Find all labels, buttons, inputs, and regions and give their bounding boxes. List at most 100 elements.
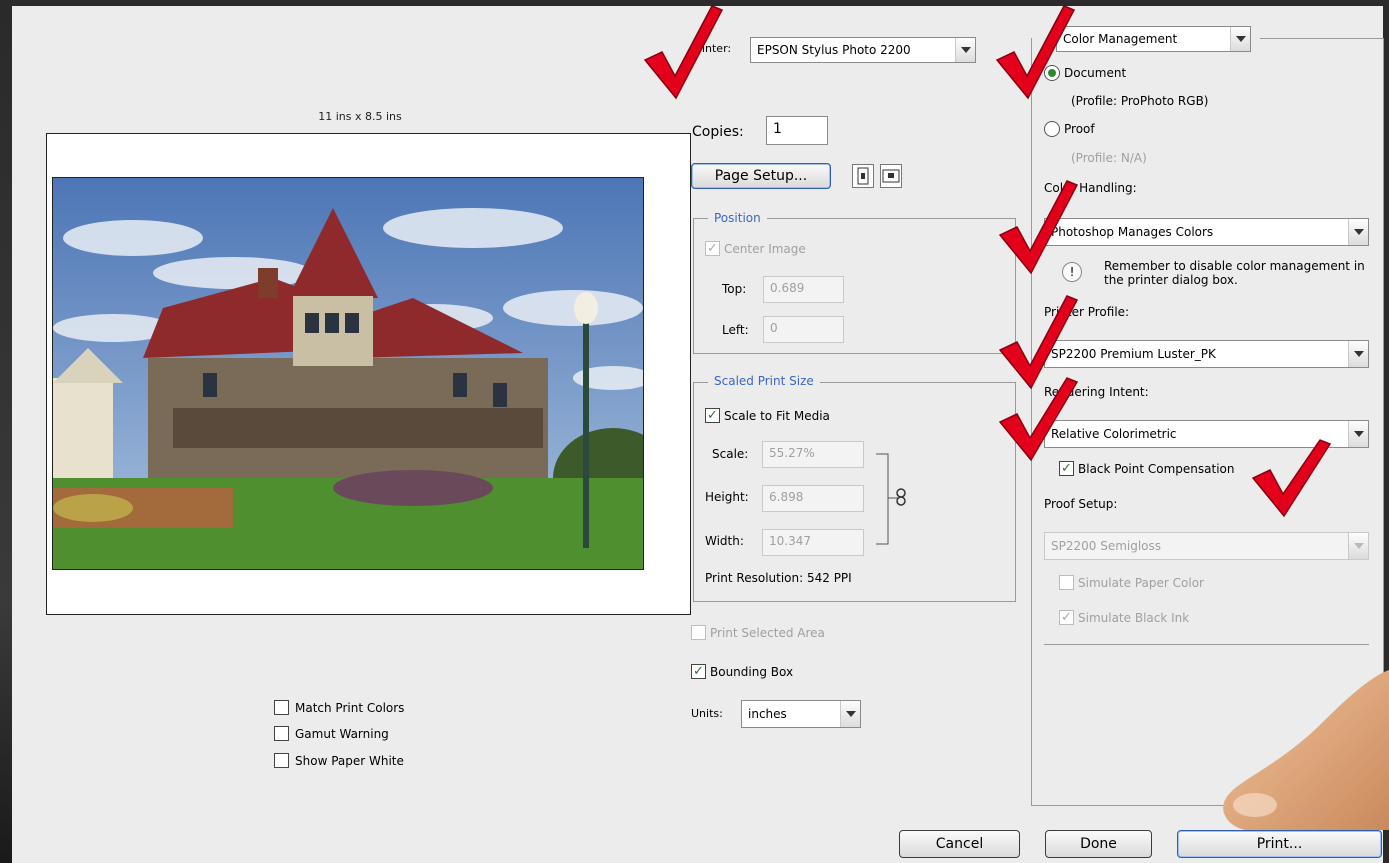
- proof-setup-select[interactable]: SP2200 Semigloss: [1044, 532, 1369, 560]
- chevron-down-icon: [955, 38, 975, 62]
- print-selected-area-option[interactable]: Print Selected Area: [691, 625, 825, 640]
- pointing-finger-icon: [1223, 670, 1389, 830]
- top-label: Top:: [722, 282, 747, 296]
- simulate-paper-checkbox[interactable]: [1059, 575, 1074, 590]
- print-resolution: Print Resolution: 542 PPI: [705, 571, 852, 585]
- height-label: Height:: [705, 490, 749, 504]
- document-profile: (Profile: ProPhoto RGB): [1071, 94, 1209, 108]
- color-handling-label: Color Handling:: [1044, 181, 1137, 195]
- chevron-down-icon: [1348, 219, 1368, 245]
- color-handling-select[interactable]: Photoshop Manages Colors: [1044, 218, 1369, 246]
- chevron-down-icon: [1348, 421, 1368, 447]
- print-button[interactable]: Print...: [1177, 830, 1382, 858]
- black-point-checkbox[interactable]: ✓: [1059, 461, 1074, 476]
- show-paper-white-checkbox[interactable]: [274, 753, 289, 768]
- rendering-intent-select[interactable]: Relative Colorimetric: [1044, 420, 1369, 448]
- gamut-warning-checkbox[interactable]: [274, 726, 289, 741]
- cancel-label: Cancel: [935, 836, 984, 852]
- simulate-ink-checkbox[interactable]: ✓: [1059, 610, 1074, 625]
- printer-profile-label: Printer Profile:: [1044, 305, 1130, 319]
- scale-to-fit-label: Scale to Fit Media: [724, 408, 830, 423]
- units-select[interactable]: inches: [741, 700, 861, 728]
- section-select[interactable]: Color Management: [1056, 26, 1251, 52]
- center-image-label: Center Image: [724, 241, 806, 256]
- width-label: Width:: [705, 534, 744, 548]
- document-label: Document: [1064, 66, 1127, 80]
- chevron-down-icon: [1348, 533, 1368, 559]
- black-point-label: Black Point Compensation: [1078, 461, 1235, 476]
- center-image-option[interactable]: ✓ Center Image: [705, 241, 806, 256]
- print-selected-area-label: Print Selected Area: [710, 625, 825, 640]
- width-input[interactable]: 10.347: [762, 529, 864, 556]
- print-dimensions: 11 ins x 8.5 ins: [318, 110, 402, 123]
- copies-input[interactable]: 1: [766, 116, 828, 145]
- document-option[interactable]: Document: [1044, 65, 1126, 81]
- done-button[interactable]: Done: [1045, 830, 1152, 858]
- height-input[interactable]: 6.898: [762, 485, 864, 512]
- proof-setup-value: SP2200 Semigloss: [1051, 539, 1162, 553]
- left-label: Left:: [722, 323, 749, 337]
- info-icon: !: [1062, 262, 1082, 282]
- gamut-warning-option[interactable]: Gamut Warning: [274, 726, 389, 741]
- chevron-down-icon: [840, 701, 860, 727]
- print-selected-area-checkbox[interactable]: [691, 625, 706, 640]
- bounding-box-checkbox[interactable]: ✓: [691, 664, 706, 679]
- simulate-paper-option[interactable]: Simulate Paper Color: [1059, 575, 1204, 590]
- proof-radio[interactable]: [1044, 121, 1060, 137]
- printer-profile-select[interactable]: SP2200 Premium Luster_PK: [1044, 340, 1369, 368]
- bounding-box-label: Bounding Box: [710, 664, 794, 679]
- red-check-icon: [1251, 439, 1332, 518]
- bounding-box-option[interactable]: ✓ Bounding Box: [691, 664, 793, 679]
- left-input[interactable]: 0: [763, 316, 844, 343]
- simulate-paper-label: Simulate Paper Color: [1078, 575, 1204, 590]
- position-group-title: Position: [708, 211, 767, 225]
- match-print-colors-option[interactable]: Match Print Colors: [274, 700, 404, 715]
- document-radio[interactable]: [1044, 65, 1060, 81]
- rendering-intent-label: Rendering Intent:: [1044, 385, 1149, 399]
- gamut-warning-label: Gamut Warning: [295, 726, 389, 741]
- page-setup-button[interactable]: Page Setup...: [691, 163, 831, 189]
- chevron-down-icon: [1230, 27, 1250, 51]
- units-label: Units:: [691, 707, 723, 720]
- scale-label: Scale:: [712, 447, 749, 461]
- scale-to-fit-checkbox[interactable]: ✓: [705, 408, 720, 423]
- center-image-checkbox[interactable]: ✓: [705, 241, 720, 256]
- printer-label: Printer:: [691, 42, 732, 55]
- image-preview[interactable]: [52, 177, 644, 570]
- landscape-orientation-icon[interactable]: [880, 164, 902, 188]
- proof-profile: (Profile: N/A): [1071, 151, 1147, 165]
- scale-input[interactable]: 55.27%: [762, 441, 864, 468]
- copies-label: Copies:: [692, 124, 744, 140]
- match-print-colors-checkbox[interactable]: [274, 700, 289, 715]
- section-select-value: Color Management: [1063, 32, 1178, 46]
- page-setup-label: Page Setup...: [714, 168, 808, 184]
- top-input[interactable]: 0.689: [763, 276, 844, 303]
- printer-value: EPSON Stylus Photo 2200: [757, 43, 911, 57]
- simulate-ink-option[interactable]: ✓ Simulate Black Ink: [1059, 610, 1189, 625]
- scaled-print-size-title: Scaled Print Size: [708, 374, 820, 388]
- chevron-down-icon: [1348, 341, 1368, 367]
- top-edge: [0, 0, 1389, 6]
- units-value: inches: [748, 707, 787, 721]
- panel-left-border: [1031, 38, 1032, 806]
- house-photo: [53, 178, 643, 569]
- panel-top-border: [1260, 38, 1384, 39]
- left-edge: [0, 0, 12, 863]
- proof-setup-label: Proof Setup:: [1044, 497, 1118, 511]
- show-paper-white-label: Show Paper White: [295, 753, 404, 768]
- done-label: Done: [1080, 836, 1117, 852]
- link-icon[interactable]: [896, 488, 906, 509]
- cancel-button[interactable]: Cancel: [899, 830, 1020, 858]
- color-handling-value: Photoshop Manages Colors: [1051, 225, 1214, 239]
- printer-select[interactable]: EPSON Stylus Photo 2200: [750, 37, 976, 63]
- scale-to-fit-option[interactable]: ✓ Scale to Fit Media: [705, 408, 830, 423]
- black-point-option[interactable]: ✓ Black Point Compensation: [1059, 461, 1235, 476]
- show-paper-white-option[interactable]: Show Paper White: [274, 753, 404, 768]
- printer-profile-value: SP2200 Premium Luster_PK: [1051, 347, 1216, 361]
- print-label: Print...: [1256, 836, 1303, 852]
- proof-label: Proof: [1064, 122, 1095, 136]
- proof-option[interactable]: Proof: [1044, 121, 1095, 137]
- proportion-link-bracket: [876, 453, 898, 545]
- portrait-orientation-icon[interactable]: [852, 164, 874, 188]
- red-check-icon: [995, 5, 1076, 100]
